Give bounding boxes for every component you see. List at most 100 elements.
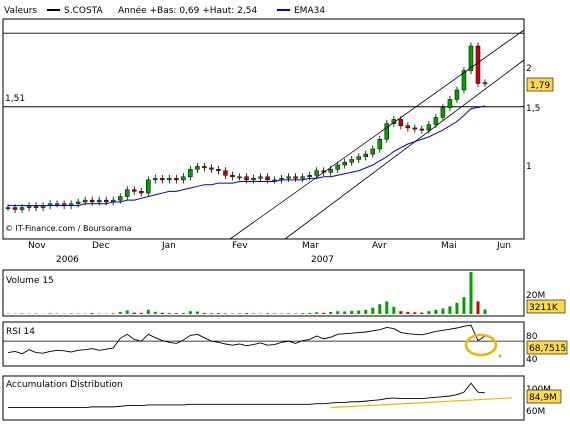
volume-bar xyxy=(223,313,227,314)
volume-bar xyxy=(448,306,452,314)
candle-body xyxy=(223,170,228,176)
channel-lines xyxy=(229,29,525,240)
volume-bar xyxy=(385,301,389,314)
volume-bar xyxy=(336,311,340,314)
volume-bar xyxy=(174,313,178,314)
candle-body xyxy=(188,169,193,178)
volume-bar xyxy=(111,313,115,314)
candle-body xyxy=(237,176,242,179)
x-year-2006: 2006 xyxy=(56,255,79,265)
candle-body xyxy=(307,175,312,178)
candle-body xyxy=(419,128,425,131)
volume-bar xyxy=(462,297,466,314)
volume-bar xyxy=(378,304,382,314)
x-month-nov: Nov xyxy=(28,241,46,251)
candle-body xyxy=(146,179,151,194)
candle-body xyxy=(258,176,263,179)
volume-bar xyxy=(273,313,277,314)
volume-bar xyxy=(308,313,312,314)
candle-body xyxy=(160,178,165,181)
rsi-highlight-circle xyxy=(464,333,498,357)
volume-bar xyxy=(209,313,213,314)
ad-badge: 84,9M xyxy=(529,393,557,403)
candle-body xyxy=(377,138,383,150)
candle-body xyxy=(216,169,221,172)
y-tick-1-5: 1,5 xyxy=(526,104,540,114)
volume-bar xyxy=(118,311,122,314)
main-panel-frame xyxy=(2,18,525,240)
volume-title: Volume 15 xyxy=(6,276,54,286)
candle-body xyxy=(314,170,319,176)
volume-bar xyxy=(132,312,136,314)
candle-body xyxy=(300,176,305,179)
stock-chart-canvas: Valeurs S.COSTA Année +Bas: 0,69 +Haut: … xyxy=(2,5,568,421)
legend-range-text: Année +Bas: 0,69 +Haut: 2,54 xyxy=(118,5,257,16)
candle-body xyxy=(454,89,460,100)
volume-bar xyxy=(343,311,347,314)
candle-body xyxy=(167,178,172,181)
volume-bar xyxy=(434,309,438,314)
volume-bar xyxy=(245,313,248,314)
candle-body xyxy=(363,153,368,158)
candle-body xyxy=(209,167,214,170)
x-month-jun: Jun xyxy=(496,241,511,251)
volume-bar xyxy=(160,312,164,314)
candle-body xyxy=(230,175,235,178)
candle-body xyxy=(384,123,390,140)
rsi-tick-80: 80 xyxy=(526,332,538,342)
x-month-mai: Mai xyxy=(441,241,457,251)
volume-bar xyxy=(195,311,199,314)
volume-bar xyxy=(20,313,24,314)
volume-bar xyxy=(329,311,333,314)
volume-panel-frame xyxy=(2,269,525,317)
volume-bar xyxy=(364,309,368,314)
candle-body xyxy=(125,189,130,197)
candle-body xyxy=(370,148,376,155)
volume-plot xyxy=(6,272,487,314)
ad-trendline xyxy=(330,397,513,409)
candle-body xyxy=(181,176,186,181)
x-axis: Nov Dec Jan Fev Mar Avr Mai Jun 2006 200… xyxy=(28,241,511,265)
volume-bar xyxy=(266,313,270,314)
volume-bar xyxy=(181,312,185,314)
volume-bar xyxy=(125,310,129,314)
volume-bar xyxy=(252,313,256,314)
volume-tick-20m: 20M xyxy=(526,291,545,301)
candle-body xyxy=(293,176,298,179)
candle-body xyxy=(349,159,354,163)
candle-body xyxy=(412,127,418,130)
candle-body xyxy=(75,201,81,205)
candle-body xyxy=(12,207,18,210)
volume-bar xyxy=(441,308,445,314)
volume-bar xyxy=(322,312,326,314)
x-month-avr: Avr xyxy=(372,241,387,251)
ema34-line xyxy=(8,105,486,207)
candle-body xyxy=(328,169,333,173)
volume-bar xyxy=(483,309,487,314)
candle-body xyxy=(19,207,25,210)
rsi-badge: 68,7515 xyxy=(529,344,566,354)
y-tick-2: 2 xyxy=(526,64,532,74)
volume-bar xyxy=(287,313,291,314)
channel-upper-line xyxy=(229,29,525,240)
price-plot xyxy=(3,32,524,214)
volume-bar xyxy=(371,307,375,314)
candle-body xyxy=(5,207,11,210)
x-year-2007: 2007 xyxy=(311,255,334,265)
candle-body xyxy=(82,199,88,203)
volume-bar xyxy=(153,311,157,314)
volume-bar xyxy=(427,311,431,314)
legend-ema-name: EMA34 xyxy=(294,6,325,16)
volume-bar xyxy=(469,272,473,314)
candle-body xyxy=(475,45,481,84)
candle-body xyxy=(482,82,488,85)
volume-bar xyxy=(350,310,354,314)
volume-bar xyxy=(301,313,305,314)
rsi-title: RSI 14 xyxy=(6,327,35,337)
ad-title: Accumulation Distribution xyxy=(6,380,123,390)
candle-body xyxy=(335,164,340,170)
rsi-line xyxy=(7,324,486,355)
candle-body xyxy=(426,124,432,131)
volume-bar xyxy=(90,313,94,314)
volume-bar xyxy=(146,309,150,314)
